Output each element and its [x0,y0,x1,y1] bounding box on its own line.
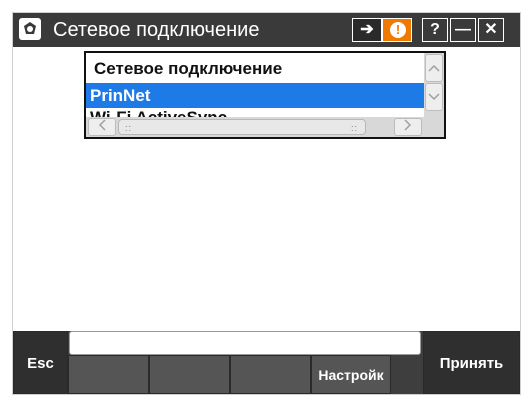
chevron-right-icon [404,119,412,131]
sync-arrow-button[interactable]: ➔ [352,18,382,42]
chevron-up-icon [428,64,440,72]
text-input-bar[interactable] [69,331,421,355]
title-bar: Сетевое подключение ➔ ! ? — ✕ [13,13,520,47]
close-icon: ✕ [484,21,498,38]
softkey-2[interactable] [149,355,230,394]
device-screen: Сетевое подключение ➔ ! ? — ✕ Сетевое по… [12,12,521,395]
scroll-up-button[interactable] [425,54,443,82]
window-title: Сетевое подключение [53,19,260,41]
scroll-thumb[interactable]: :: :: [118,119,366,135]
minimize-button[interactable]: — [450,18,476,42]
chevron-down-icon [428,93,440,101]
scroll-right-button[interactable] [394,118,422,136]
minimize-icon: — [455,21,471,38]
softkey-1[interactable] [68,355,149,394]
settings-softkey-label: Настройк [318,367,384,383]
settings-softkey[interactable]: Настройк [311,355,391,394]
accept-button[interactable]: Принять [423,331,520,394]
help-button[interactable]: ? [422,18,448,42]
alert-icon: ! [390,22,406,38]
network-connection-list: Сетевое подключение PrinNet Wi-Fi Active… [84,51,446,139]
list-header: Сетевое подключение [94,59,283,78]
horizontal-scrollbar[interactable]: :: :: [86,117,424,137]
scroll-down-button[interactable] [425,83,443,111]
chevron-left-icon [98,119,106,131]
grip-right: :: [351,123,359,133]
list-item-prinnet[interactable]: PrinNet [86,83,424,108]
help-icon: ? [430,21,440,38]
esc-button[interactable]: Esc [13,331,68,394]
grip-left: :: [125,123,133,133]
app-icon[interactable] [19,18,41,40]
close-button[interactable]: ✕ [478,18,504,42]
alert-button[interactable]: ! [382,18,412,42]
scroll-left-button[interactable] [88,118,116,136]
softkey-3[interactable] [230,355,311,394]
sync-arrow-icon: ➔ [360,21,374,38]
vertical-scrollbar[interactable] [424,53,444,137]
